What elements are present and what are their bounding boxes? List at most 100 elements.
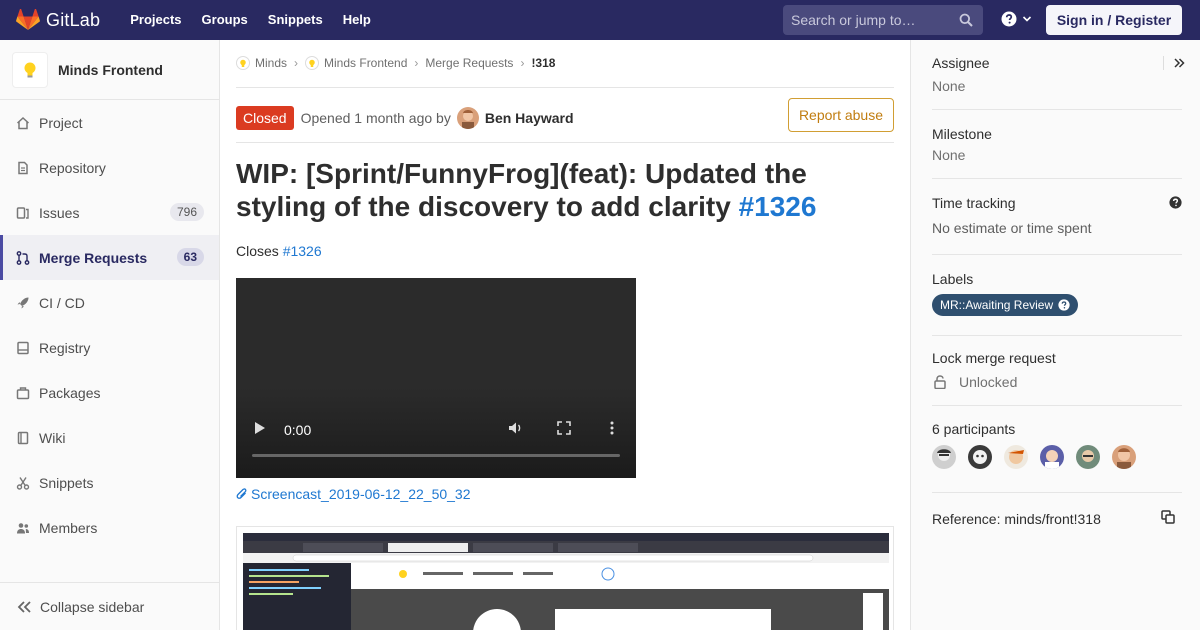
- video-time: 0:00: [284, 422, 312, 438]
- time-tracking-block: Time tracking No estimate or time spent: [932, 195, 1182, 236]
- collapse-sidebar-label: Collapse sidebar: [40, 598, 145, 615]
- milestone-block: Milestone None: [932, 126, 1182, 163]
- report-abuse-button[interactable]: Report abuse: [787, 98, 894, 132]
- sidebar-item-snippets[interactable]: Snippets: [0, 460, 219, 505]
- label-text: MR::Awaiting Review: [940, 298, 1054, 312]
- sidebar-item-members[interactable]: Members: [0, 505, 219, 550]
- gitlab-logo-icon: [16, 9, 40, 30]
- copy-icon[interactable]: [1161, 510, 1175, 524]
- rocket-icon: [16, 295, 32, 311]
- sidebar-item-label: Issues: [39, 204, 80, 221]
- attachment-link[interactable]: Screencast_2019-06-12_22_50_32: [236, 486, 471, 502]
- lock-block: Lock merge request Unlocked: [932, 350, 1182, 390]
- merge-requests-count-badge: 63: [176, 248, 204, 266]
- lock-open-icon: [934, 375, 946, 389]
- sidebar-item-issues[interactable]: Issues 796: [0, 190, 219, 235]
- sidebar-item-label: Repository: [39, 159, 106, 176]
- page-title: WIP: [Sprint/FunnyFrog](feat): Updated t…: [236, 157, 886, 223]
- participants-block: 6 participants: [932, 421, 1182, 469]
- divider: [1163, 56, 1164, 70]
- registry-icon: [16, 340, 32, 356]
- question-circle-icon[interactable]: [1169, 196, 1182, 209]
- sidebar-item-repository[interactable]: Repository: [0, 145, 219, 190]
- right-sidebar: Assignee None Milestone None Time tracki…: [910, 40, 1200, 630]
- avatar[interactable]: [1076, 445, 1100, 469]
- avatar[interactable]: [1112, 445, 1136, 469]
- closes-issue-link[interactable]: #1326: [283, 243, 322, 259]
- assignee-value: None: [932, 78, 966, 94]
- lightbulb-icon: [24, 62, 36, 77]
- volume-icon[interactable]: [508, 421, 524, 435]
- chevron-down-icon: [1022, 16, 1032, 22]
- breadcrumb-minds-frontend[interactable]: Minds Frontend: [305, 56, 407, 70]
- avatar[interactable]: [968, 445, 992, 469]
- project-avatar: [12, 51, 48, 88]
- chevron-right-icon: ›: [520, 56, 525, 70]
- lock-status: Unlocked: [932, 374, 1182, 390]
- embedded-screenshot: [236, 526, 894, 630]
- breadcrumb-current[interactable]: !318: [531, 56, 555, 70]
- nav-groups[interactable]: Groups: [192, 0, 258, 40]
- author-avatar[interactable]: [456, 107, 479, 129]
- left-sidebar: Minds Frontend Project Repository Issues…: [0, 40, 220, 630]
- participants-list: [932, 445, 1182, 469]
- search-input[interactable]: [791, 12, 951, 28]
- avatar[interactable]: [1004, 445, 1028, 469]
- lock-value: Unlocked: [959, 374, 1018, 390]
- breadcrumb-merge-requests[interactable]: Merge Requests: [425, 56, 513, 70]
- sidebar-item-label: Snippets: [39, 474, 94, 491]
- project-header[interactable]: Minds Frontend: [0, 40, 219, 100]
- sidebar-item-ci-cd[interactable]: CI / CD: [0, 280, 219, 325]
- time-tracking-value: No estimate or time spent: [932, 220, 1092, 236]
- status-badge: Closed: [236, 106, 294, 130]
- double-chevron-right-icon[interactable]: [1173, 57, 1185, 69]
- help-dropdown[interactable]: [1001, 11, 1032, 27]
- participants-title: 6 participants: [932, 421, 1016, 437]
- author-name[interactable]: Ben Hayward: [485, 110, 574, 126]
- divider: [932, 492, 1182, 493]
- avatar[interactable]: [932, 445, 956, 469]
- collapse-sidebar-button[interactable]: Collapse sidebar: [0, 582, 219, 630]
- question-circle-icon: [1058, 299, 1070, 311]
- book-icon: [16, 430, 32, 446]
- search-icon[interactable]: [959, 13, 973, 27]
- sidebar-item-label: Registry: [39, 339, 91, 356]
- sidebar-item-wiki[interactable]: Wiki: [0, 415, 219, 460]
- fullscreen-icon[interactable]: [557, 421, 571, 435]
- sign-in-button[interactable]: Sign in / Register: [1046, 5, 1182, 35]
- labels-block: Labels MR::Awaiting Review: [932, 271, 1182, 316]
- more-vertical-icon[interactable]: [610, 421, 614, 435]
- nav-help[interactable]: Help: [333, 0, 381, 40]
- breadcrumb-minds[interactable]: Minds: [236, 56, 287, 70]
- assignee-title: Assignee: [932, 55, 990, 71]
- sidebar-item-label: Packages: [39, 384, 101, 401]
- label-awaiting-review[interactable]: MR::Awaiting Review: [932, 294, 1079, 316]
- reference-block: Reference: minds/front!318: [932, 511, 1182, 527]
- sidebar-item-packages[interactable]: Packages: [0, 370, 219, 415]
- sidebar-item-label: Merge Requests: [39, 249, 148, 266]
- video-progress-bar[interactable]: [252, 454, 620, 457]
- top-navbar: GitLab Projects Groups Snippets Help Sig…: [0, 0, 1200, 40]
- breadcrumb: Minds › Minds Frontend › Merge Requests …: [236, 56, 555, 70]
- lightbulb-icon: [305, 56, 320, 70]
- milestone-value: None: [932, 147, 966, 163]
- divider: [932, 335, 1182, 336]
- sidebar-item-project[interactable]: Project: [0, 100, 219, 145]
- gitlab-brand[interactable]: GitLab: [16, 0, 100, 40]
- sidebar-item-merge-requests[interactable]: Merge Requests 63: [0, 235, 219, 280]
- mr-status-row: Closed Opened 1 month ago by Ben Hayward…: [236, 98, 894, 134]
- play-icon[interactable]: [254, 421, 266, 435]
- labels-title: Labels: [932, 271, 974, 287]
- video-player[interactable]: 0:00: [236, 278, 636, 478]
- nav-projects[interactable]: Projects: [120, 0, 191, 40]
- issue-reference-link[interactable]: #1326: [739, 191, 817, 222]
- divider: [932, 178, 1182, 179]
- brand-name: GitLab: [46, 9, 101, 30]
- question-circle-icon: [1001, 11, 1017, 27]
- lock-title: Lock merge request: [932, 350, 1056, 366]
- time-tracking-title: Time tracking: [932, 195, 1016, 211]
- avatar[interactable]: [1040, 445, 1064, 469]
- sidebar-item-registry[interactable]: Registry: [0, 325, 219, 370]
- home-icon: [16, 115, 32, 131]
- nav-snippets[interactable]: Snippets: [258, 0, 333, 40]
